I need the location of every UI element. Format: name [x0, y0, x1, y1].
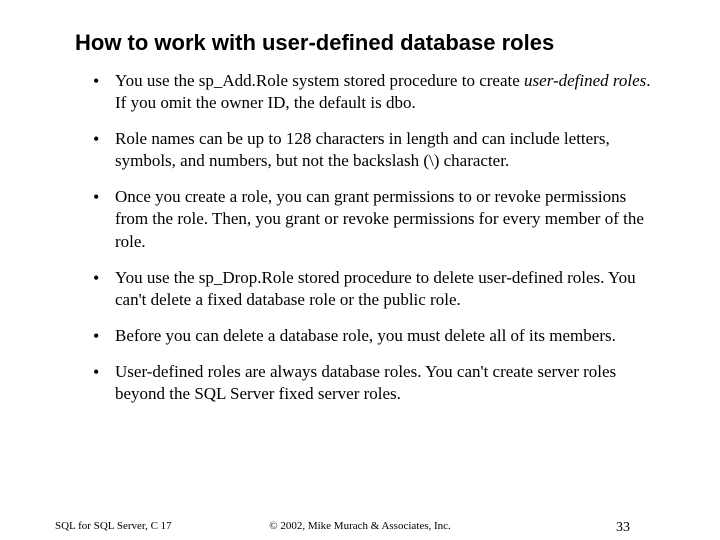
bullet-text-italic: user-defined roles [524, 71, 646, 90]
footer-left: SQL for SQL Server, C 17 [55, 520, 172, 532]
footer-center: © 2002, Mike Murach & Associates, Inc. [269, 520, 451, 532]
slide-content: How to work with user-defined database r… [0, 0, 720, 405]
bullet-text: Before you can delete a database role, y… [115, 326, 616, 345]
bullet-list: You use the sp_Add.Role system stored pr… [75, 70, 660, 405]
list-item: You use the sp_Drop.Role stored procedur… [93, 267, 660, 311]
bullet-text-prefix: You use the sp_Add.Role system stored pr… [115, 71, 524, 90]
slide-title: How to work with user-defined database r… [75, 30, 660, 56]
bullet-text: User-defined roles are always database r… [115, 362, 616, 403]
list-item: Before you can delete a database role, y… [93, 325, 660, 347]
list-item: You use the sp_Add.Role system stored pr… [93, 70, 660, 114]
footer-right: 33 [616, 520, 630, 536]
list-item: Once you create a role, you can grant pe… [93, 186, 660, 252]
bullet-text: Role names can be up to 128 characters i… [115, 129, 610, 170]
list-item: Role names can be up to 128 characters i… [93, 128, 660, 172]
bullet-text: You use the sp_Drop.Role stored procedur… [115, 268, 636, 309]
list-item: User-defined roles are always database r… [93, 361, 660, 405]
bullet-text: Once you create a role, you can grant pe… [115, 187, 644, 250]
